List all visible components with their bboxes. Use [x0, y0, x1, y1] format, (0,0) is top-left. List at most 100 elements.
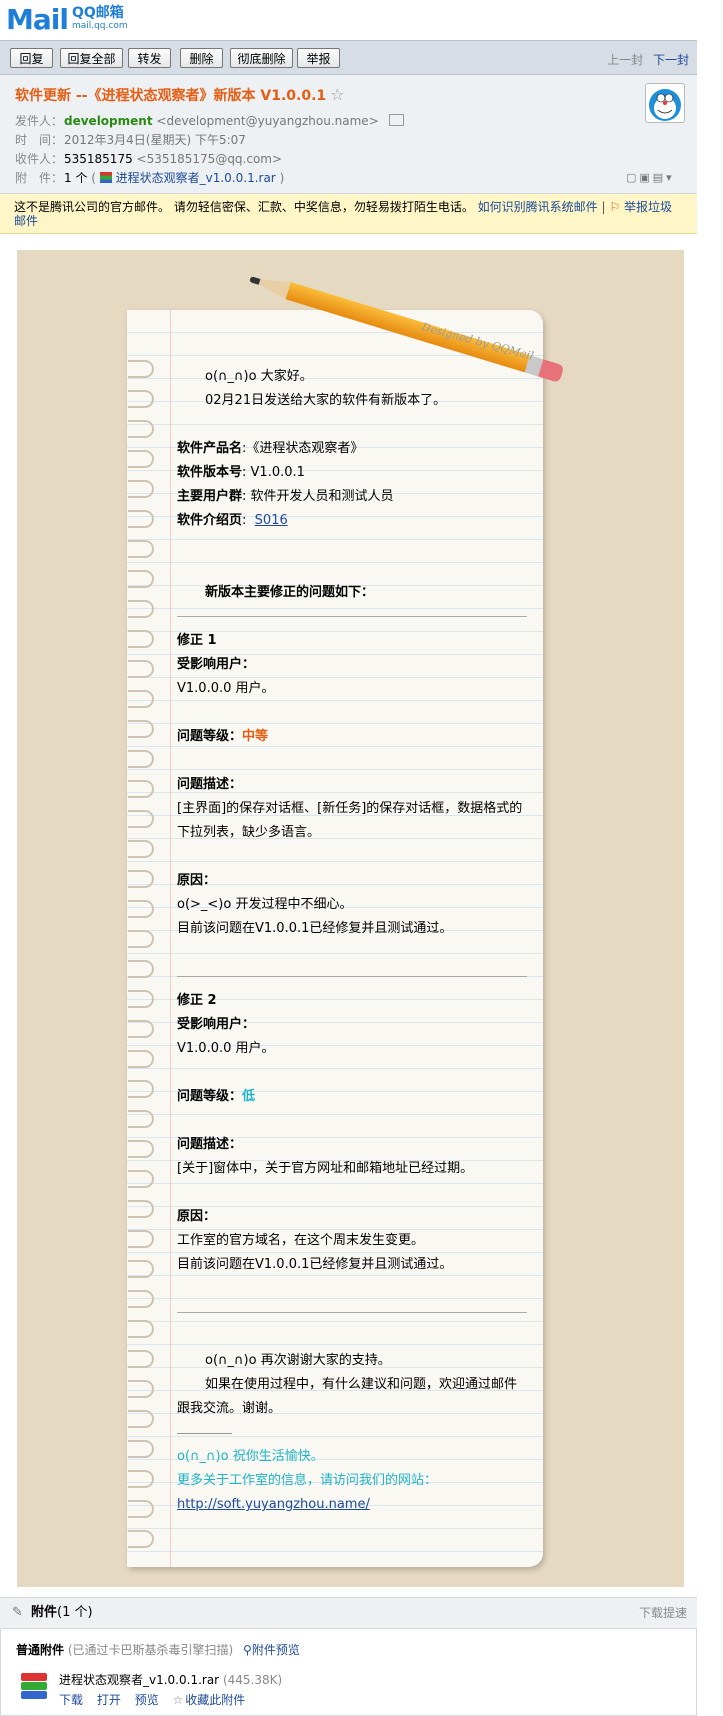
- warning-sep: |: [601, 200, 606, 214]
- product-value: :《进程状态观察者》: [242, 441, 364, 456]
- paren-open: (: [91, 171, 96, 185]
- attachments-subheader: 普通附件 (已通过卡巴斯基杀毒引擎扫描) ⚲附件预览: [16, 1641, 300, 1658]
- attachment-actions: 下载 打开 预览 ☆ 收藏此附件: [59, 1691, 255, 1708]
- sender-name[interactable]: development: [64, 114, 153, 128]
- mail-toolbar: 回复 回复全部 转发 删除 彻底删除 举报 上一封 下一封: [0, 40, 697, 75]
- notebook-ring: [128, 990, 154, 1008]
- attachment-name-line: 进程状态观察者_v1.0.0.1.rar (445.38K): [59, 1671, 282, 1688]
- notebook-ring: [128, 1290, 154, 1308]
- logo-bar: Mail QQ邮箱 mail.qq.com: [0, 0, 723, 40]
- reply-all-button[interactable]: 回复全部: [60, 48, 123, 68]
- attachment-file-name[interactable]: 进程状态观察者_v1.0.0.1.rar: [59, 1673, 219, 1687]
- divider: [177, 1312, 527, 1313]
- fix1-level-label: 问题等级：: [177, 729, 243, 744]
- notebook-ring: [128, 510, 154, 528]
- notebook-ring: [128, 600, 154, 618]
- from-row: 发件人：development <development@yuyangzhou.…: [15, 112, 404, 129]
- logo-word: Mail: [6, 3, 69, 36]
- notebook-ring: [128, 1080, 154, 1098]
- header-attachment-link[interactable]: 进程状态观察者_v1.0.0.1.rar: [116, 171, 276, 185]
- paperclip-icon: ✎: [12, 1605, 23, 1620]
- notebook-ring: [128, 660, 154, 678]
- mail-nav: 上一封 下一封: [601, 51, 689, 68]
- notebook-ring: [128, 630, 154, 648]
- attachments-title: 附件(1 个): [31, 1605, 93, 1620]
- mail-body: o(∩_∩)o 大家好。 02月21日发送给大家的软件有新版本了。 软件产品名:…: [177, 365, 527, 1517]
- open-link[interactable]: 打开: [97, 1693, 121, 1707]
- notebook-ring: [128, 720, 154, 738]
- page-label: 软件介绍页: [177, 513, 243, 528]
- fix2-cause-value: 工作室的官方域名，在这个周末发生变更。: [177, 1233, 425, 1248]
- notebook-ring: [128, 780, 154, 798]
- fix1-title: 修正 1: [177, 633, 217, 648]
- notebook-ring: [128, 1020, 154, 1038]
- notebook-ring: [128, 1530, 154, 1548]
- feedback: 如果在使用过程中，有什么建议和问题，欢迎通过邮件跟我交流。谢谢。: [177, 1377, 518, 1416]
- fix1-cause-label: 原因：: [177, 873, 217, 888]
- notebook-ring: [128, 1260, 154, 1278]
- identify-mail-link[interactable]: 如何识别腾讯系统邮件: [478, 200, 598, 214]
- notebook-ring: [128, 1230, 154, 1248]
- attachment-file-size: (445.38K): [222, 1673, 283, 1687]
- contact-card-icon[interactable]: [388, 114, 404, 126]
- fix-heading: 新版本主要修正的问题如下：: [205, 585, 375, 600]
- normal-attachments-label: 普通附件: [16, 1643, 65, 1657]
- fix2-level: 问题等级：低: [177, 1085, 527, 1109]
- fix1-level-value: 中等: [242, 729, 269, 744]
- fix2-level-label: 问题等级：: [177, 1089, 243, 1104]
- fix1-status: 目前该问题在V1.0.0.1已经修复并且测试通过。: [177, 921, 453, 936]
- fix1-desc-value: [主界面]的保存对话框、[新任务]的保存对话框，数据格式的下拉列表，缺少多语言。: [177, 801, 523, 840]
- download-speed-link[interactable]: 下载提速: [639, 1598, 687, 1628]
- delete-permanently-button[interactable]: 彻底删除: [230, 48, 293, 68]
- notebook-ring: [128, 690, 154, 708]
- forward-button[interactable]: 转发: [128, 48, 171, 68]
- collect-attachment-link[interactable]: 收藏此附件: [185, 1693, 245, 1707]
- intro-page-link[interactable]: S016: [255, 513, 288, 528]
- notebook-ring: [128, 390, 154, 408]
- download-link[interactable]: 下载: [59, 1693, 83, 1707]
- notebook-rings: [128, 360, 158, 1548]
- sender-email: <development@yuyangzhou.name>: [156, 114, 379, 128]
- greeting: o(∩_∩)o 大家好。: [205, 369, 313, 384]
- notebook-ring: [128, 540, 154, 558]
- avatar-icon[interactable]: [645, 83, 685, 123]
- attachment-preview-link[interactable]: 附件预览: [252, 1643, 300, 1657]
- report-icon: ⚐: [609, 200, 621, 214]
- prev-mail-link[interactable]: 上一封: [607, 53, 643, 67]
- notebook-ring: [128, 1320, 154, 1338]
- preview-link[interactable]: 预览: [135, 1693, 159, 1707]
- fix2-users-value: V1.0.0.0 用户。: [177, 1041, 275, 1056]
- time-label: 时 间：: [15, 133, 64, 147]
- website-link[interactable]: http://soft.yuyangzhou.name/: [177, 1497, 370, 1512]
- notebook-ring: [128, 1140, 154, 1158]
- page-line: 软件介绍页: S016: [177, 509, 527, 533]
- attachments-body: 普通附件 (已通过卡巴斯基杀毒引擎扫描) ⚲附件预览 进程状态观察者_v1.0.…: [0, 1628, 697, 1716]
- rar-file-icon: [99, 172, 112, 183]
- attachments-header: ✎ 附件(1 个) 下载提速: [0, 1597, 697, 1628]
- mail-subject: 软件更新 --《进程状态观察者》新版本 V1.0.0.1 ☆: [15, 85, 344, 105]
- fix1-users-label: 受影响用户：: [177, 657, 256, 672]
- notebook-ring: [128, 1500, 154, 1518]
- paper-margin-line: [170, 310, 171, 1567]
- reply-button[interactable]: 回复: [10, 48, 53, 68]
- fix1-desc-label: 问题描述：: [177, 777, 243, 792]
- security-warning: 这不是腾讯公司的官方邮件。 请勿轻信密保、汇款、中奖信息，勿轻易拨打陌生电话。 …: [0, 194, 697, 234]
- fix2-title: 修正 2: [177, 993, 217, 1008]
- report-button[interactable]: 举报: [297, 48, 340, 68]
- attachment-label: 附 件：: [15, 171, 64, 185]
- recipient-name[interactable]: 535185175: [64, 152, 133, 166]
- wish: o(∩_∩)o 祝你生活愉快。: [177, 1449, 324, 1464]
- fix2-users-label: 受影响用户：: [177, 1017, 256, 1032]
- notebook-ring: [128, 840, 154, 858]
- notebook-ring: [128, 1170, 154, 1188]
- warning-text: 这不是腾讯公司的官方邮件。 请勿轻信密保、汇款、中奖信息，勿轻易拨打陌生电话。: [14, 200, 474, 214]
- to-row: 收件人：535185175 <535185175@qq.com>: [15, 150, 282, 167]
- next-mail-link[interactable]: 下一封: [653, 53, 689, 67]
- delete-button[interactable]: 删除: [180, 48, 223, 68]
- qqmail-logo[interactable]: Mail QQ邮箱 mail.qq.com: [6, 4, 128, 36]
- header-tool-icons[interactable]: ▢▣▤▾: [626, 171, 675, 184]
- star-icon[interactable]: ☆: [330, 85, 344, 104]
- scan-note: (已通过卡巴斯基杀毒引擎扫描): [67, 1643, 234, 1657]
- fix1-cause-value: o(>_<)o 开发过程中不细心。: [177, 897, 353, 912]
- notebook-ring: [128, 1470, 154, 1488]
